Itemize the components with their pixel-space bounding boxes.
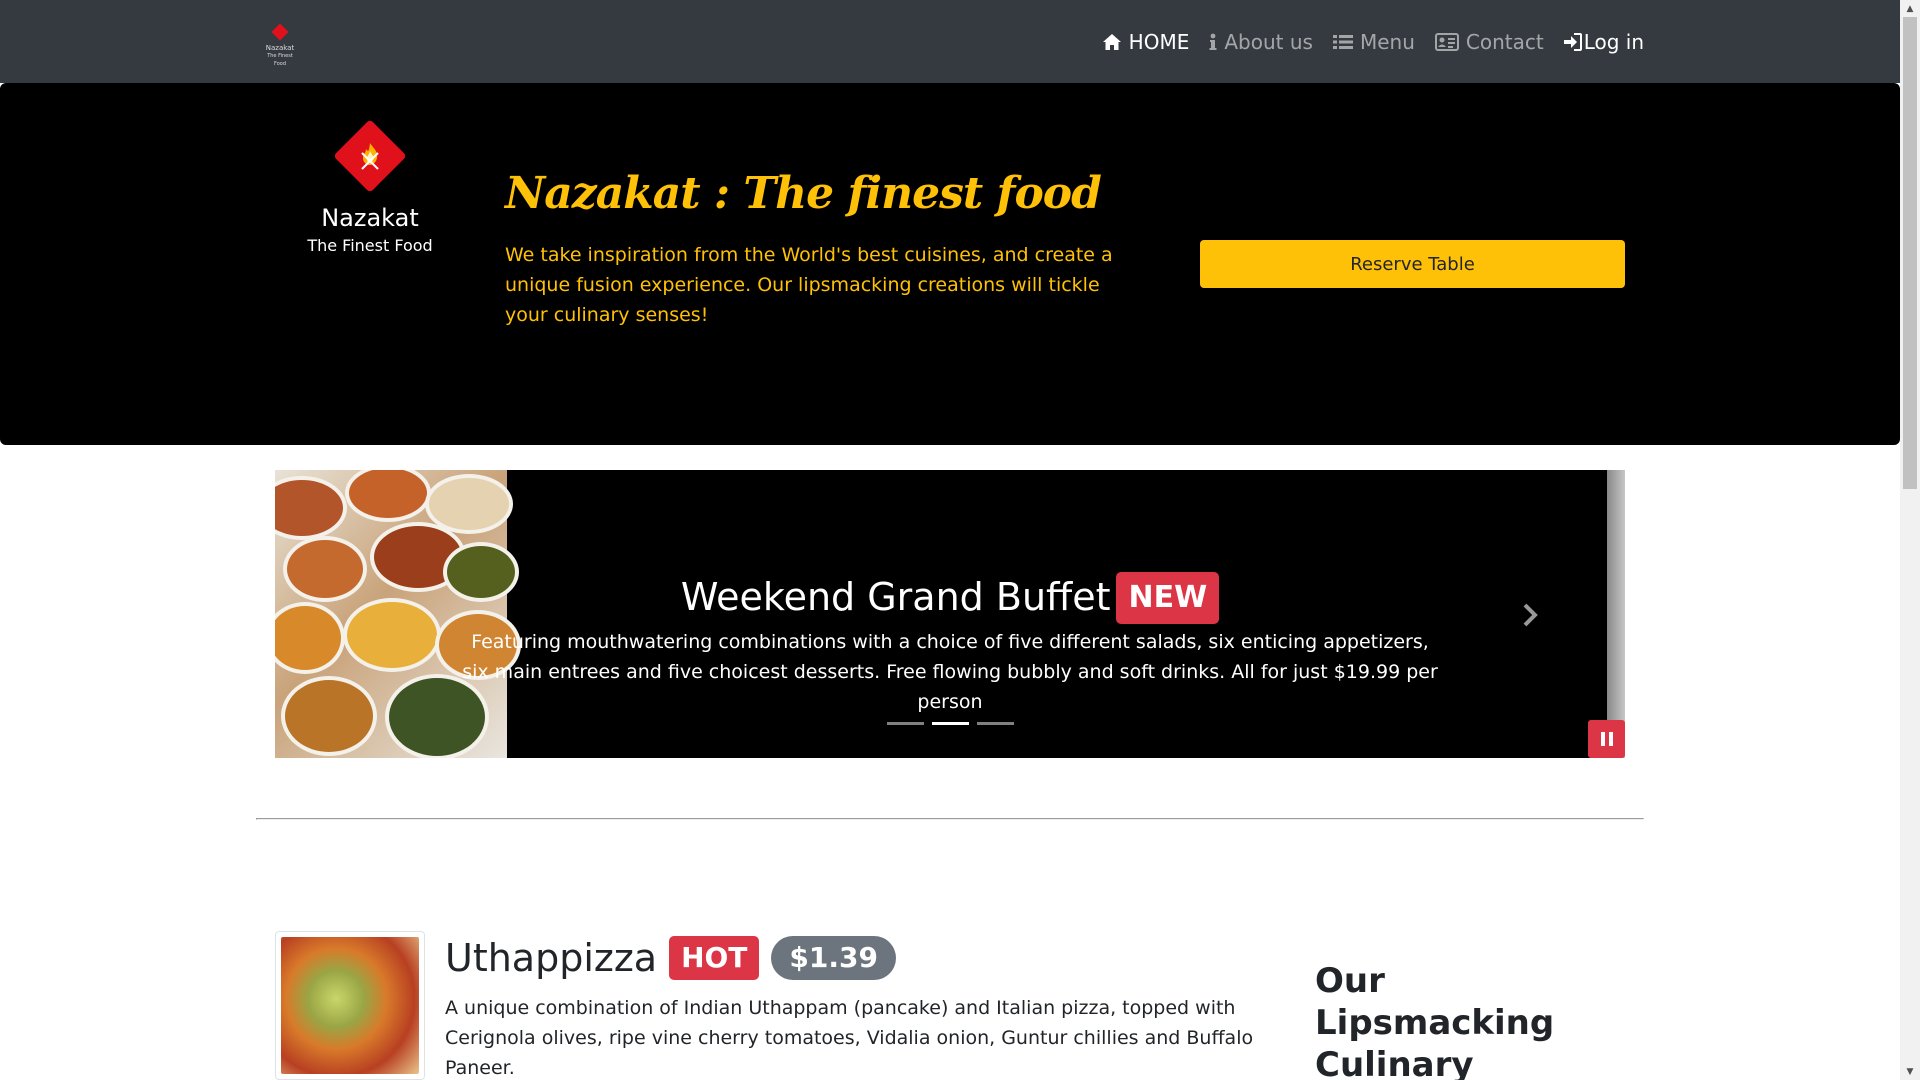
nav-logo-text: Nazakat — [265, 44, 295, 52]
scroll-up-arrow-icon[interactable]: ▲ — [1900, 0, 1920, 17]
carousel-pause-button[interactable] — [1588, 720, 1625, 758]
slide-description: Featuring mouthwatering combinations wit… — [462, 631, 1438, 713]
nav-logo-subtext: The Finest Food — [267, 53, 293, 67]
nav-link-contact[interactable]: Contact — [1434, 29, 1544, 54]
home-icon — [1102, 33, 1121, 50]
nav-link-about[interactable]: About us — [1209, 30, 1313, 54]
carousel-indicator-1[interactable] — [887, 722, 924, 725]
jumbotron-title: Nazakat : The finest food — [505, 168, 1102, 219]
info-icon — [1209, 33, 1217, 50]
pause-icon — [1600, 732, 1613, 746]
scroll-thumb[interactable] — [1903, 17, 1917, 489]
nav-link-about-label: About us — [1224, 29, 1313, 54]
dish-description: A unique combination of Indian Uthappam … — [445, 997, 1254, 1079]
list-icon — [1332, 34, 1353, 49]
dish-thumbnail — [275, 931, 425, 1080]
dish-heading: Uthappizza HOT $1.39 — [445, 934, 896, 982]
brand-name: Nazakat — [321, 204, 419, 232]
carousel-next-chevron-icon[interactable] — [1515, 600, 1545, 630]
navbar: Nazakat The Finest Food HOME About us Me… — [0, 0, 1900, 83]
scroll-down-arrow-icon[interactable]: ▼ — [1900, 1063, 1920, 1080]
brand-tagline: The Finest Food — [307, 236, 433, 255]
logo-diamond-icon — [271, 23, 289, 41]
jumbotron-description: We take inspiration from the World's bes… — [505, 244, 1113, 326]
carousel-indicators — [887, 722, 1014, 725]
nav-logo[interactable]: Nazakat The Finest Food — [262, 22, 298, 67]
brand-diamond-icon — [333, 119, 407, 193]
nav-link-home-label: HOME — [1128, 29, 1190, 54]
slide-title-text: Weekend Grand Buffet — [680, 575, 1111, 619]
nav-link-home[interactable]: HOME — [1102, 29, 1190, 54]
page-scrollbar[interactable]: ▲ ▼ — [1900, 0, 1920, 1080]
dish-name: Uthappizza — [445, 936, 658, 980]
hot-badge: HOT — [669, 936, 760, 980]
carousel: Weekend Grand Buffet NEW Featuring mouthw… — [275, 470, 1625, 758]
nav-links: HOME About us Menu Contact Log in — [1102, 0, 1644, 83]
address-card-icon — [1434, 32, 1459, 51]
nav-link-login[interactable]: Log in — [1563, 29, 1644, 54]
uthappizza-image — [281, 937, 419, 1074]
nav-link-menu[interactable]: Menu — [1332, 29, 1415, 54]
sign-in-icon — [1563, 32, 1582, 51]
new-badge: NEW — [1116, 572, 1220, 624]
slide-title: Weekend Grand Buffet NEW — [275, 572, 1625, 624]
flame-cutlery-icon — [344, 130, 396, 182]
nav-link-login-label: Log in — [1583, 29, 1644, 54]
reserve-table-button[interactable]: Reserve Table — [1200, 240, 1625, 288]
section-divider — [256, 818, 1644, 820]
price-badge: $1.39 — [771, 936, 896, 980]
sidebar-heading: Our Lipsmacking Culinary Creations — [1315, 961, 1555, 1080]
brand-logo: Nazakat The Finest Food — [300, 119, 440, 256]
nav-link-contact-label: Contact — [1465, 29, 1544, 54]
carousel-indicator-3[interactable] — [977, 722, 1014, 725]
nav-link-menu-label: Menu — [1359, 29, 1415, 54]
carousel-indicator-2[interactable] — [932, 722, 969, 725]
